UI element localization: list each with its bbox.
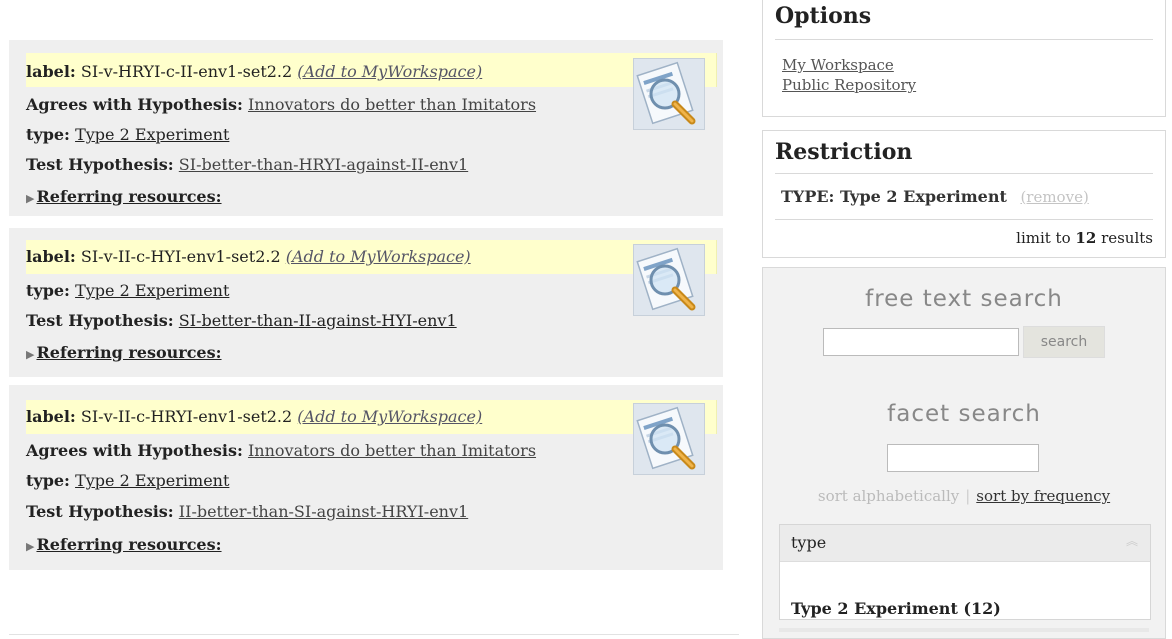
test-hypothesis-link[interactable]: II-better-than-SI-against-HRYI-env1 xyxy=(179,502,468,521)
divider xyxy=(775,219,1153,220)
magnifier-document-icon xyxy=(633,244,705,316)
facet-next-edge xyxy=(779,628,1149,632)
test-hypothesis-link[interactable]: SI-better-than-II-against-HYI-env1 xyxy=(179,311,457,330)
limit-suffix: results xyxy=(1101,229,1153,247)
type-key: type: xyxy=(26,281,70,300)
search-panel: free text search search facet search sor… xyxy=(762,267,1166,639)
sort-options: sort alphabetically | sort by frequency xyxy=(817,487,1111,505)
agrees-key: Agrees with Hypothesis: xyxy=(26,95,243,114)
label-key: label: xyxy=(26,407,76,426)
free-text-search-input[interactable] xyxy=(823,328,1019,356)
triangle-right-icon: ▶ xyxy=(26,348,35,361)
type-key: type: xyxy=(26,471,70,490)
public-repository-link[interactable]: Public Repository xyxy=(782,76,916,94)
agrees-row: Agrees with Hypothesis: Innovators do be… xyxy=(26,95,536,115)
result-item: label: SI-v-II-c-HYI-env1-set2.2 (Add to… xyxy=(9,228,723,377)
referring-row[interactable]: ▶ Referring resources: xyxy=(26,535,222,557)
divider xyxy=(775,173,1153,174)
label-key: label: xyxy=(26,62,76,81)
type-key: type: xyxy=(26,125,70,144)
label-value: SI-v-HRYI-c-II-env1-set2.2 xyxy=(80,62,293,81)
free-text-search-heading: free text search xyxy=(865,286,1063,312)
restriction-type: TYPE: Type 2 Experiment xyxy=(781,187,1007,206)
search-button[interactable]: search xyxy=(1023,326,1105,358)
agrees-link[interactable]: Innovators do better than Imitators xyxy=(248,95,536,114)
triangle-right-icon: ▶ xyxy=(26,192,35,205)
remove-restriction-link[interactable]: (remove) xyxy=(1020,188,1088,206)
facet-value-item[interactable]: Type 2 Experiment (12) xyxy=(791,599,1001,618)
facet-search-heading: facet search xyxy=(887,401,1041,427)
test-row: Test Hypothesis: SI-better-than-HRYI-aga… xyxy=(26,155,468,175)
agrees-link[interactable]: Innovators do better than Imitators xyxy=(248,441,536,460)
test-key: Test Hypothesis: xyxy=(26,502,174,521)
test-row: Test Hypothesis: II-better-than-SI-again… xyxy=(26,502,468,522)
my-workspace-link[interactable]: My Workspace xyxy=(782,56,894,74)
type-row: type: Type 2 Experiment xyxy=(26,281,229,301)
add-to-workspace-link[interactable]: (Add to MyWorkspace) xyxy=(286,247,471,266)
agrees-row: Agrees with Hypothesis: Innovators do be… xyxy=(26,441,536,461)
referring-row[interactable]: ▶ Referring resources: xyxy=(26,187,222,209)
referring-resources-toggle[interactable]: Referring resources: xyxy=(36,535,221,554)
facet-type: type ︽ Type 2 Experiment (12) xyxy=(779,524,1151,620)
limit-results[interactable]: limit to 12 results xyxy=(1016,229,1153,247)
test-row: Test Hypothesis: SI-better-than-II-again… xyxy=(26,311,457,331)
sort-alphabetically-link[interactable]: sort alphabetically xyxy=(818,487,959,505)
referring-resources-toggle[interactable]: Referring resources: xyxy=(36,187,221,206)
type-link[interactable]: Type 2 Experiment xyxy=(75,471,229,490)
test-key: Test Hypothesis: xyxy=(26,155,174,174)
referring-resources-toggle[interactable]: Referring resources: xyxy=(36,343,221,362)
options-box: Options My Workspace Public Repository xyxy=(762,0,1166,117)
label-value: SI-v-II-c-HRYI-env1-set2.2 xyxy=(80,407,293,426)
magnifier-document-icon xyxy=(633,403,705,475)
limit-prefix: limit to xyxy=(1016,229,1071,247)
type-row: type: Type 2 Experiment xyxy=(26,471,229,491)
sort-by-frequency-link[interactable]: sort by frequency xyxy=(976,487,1110,505)
facet-search-input[interactable] xyxy=(887,444,1039,472)
test-key: Test Hypothesis: xyxy=(26,311,174,330)
type-row: type: Type 2 Experiment xyxy=(26,125,229,145)
label-row: label: SI-v-HRYI-c-II-env1-set2.2 (Add t… xyxy=(26,62,482,82)
label-value: SI-v-II-c-HYI-env1-set2.2 xyxy=(80,247,281,266)
add-to-workspace-link[interactable]: (Add to MyWorkspace) xyxy=(297,407,482,426)
limit-count: 12 xyxy=(1075,229,1097,247)
chevron-up-double-icon[interactable]: ︽ xyxy=(1126,532,1138,549)
restriction-line: TYPE: Type 2 Experiment (remove) xyxy=(781,187,1089,206)
divider xyxy=(775,39,1153,40)
label-key: label: xyxy=(26,247,76,266)
referring-row[interactable]: ▶ Referring resources: xyxy=(26,343,222,365)
results-list: label: SI-v-HRYI-c-II-env1-set2.2 (Add t… xyxy=(0,0,752,635)
agrees-key: Agrees with Hypothesis: xyxy=(26,441,243,460)
add-to-workspace-link[interactable]: (Add to MyWorkspace) xyxy=(297,62,482,81)
restriction-title: Restriction xyxy=(775,139,913,165)
result-item: label: SI-v-II-c-HRYI-env1-set2.2 (Add t… xyxy=(9,385,723,570)
result-item: label: SI-v-HRYI-c-II-env1-set2.2 (Add t… xyxy=(9,40,723,216)
type-link[interactable]: Type 2 Experiment xyxy=(75,281,229,300)
magnifier-document-icon xyxy=(633,58,705,130)
label-row: label: SI-v-II-c-HYI-env1-set2.2 (Add to… xyxy=(26,247,471,267)
facet-name: type xyxy=(791,533,827,552)
sidebar: Options My Workspace Public Repository R… xyxy=(762,0,1172,639)
options-title: Options xyxy=(775,3,872,29)
facet-header[interactable]: type ︽ xyxy=(780,525,1150,562)
label-row: label: SI-v-II-c-HRYI-env1-set2.2 (Add t… xyxy=(26,407,482,427)
test-hypothesis-link[interactable]: SI-better-than-HRYI-against-II-env1 xyxy=(179,155,468,174)
triangle-right-icon: ▶ xyxy=(26,540,35,553)
type-link[interactable]: Type 2 Experiment xyxy=(75,125,229,144)
restriction-box: Restriction TYPE: Type 2 Experiment (rem… xyxy=(762,130,1166,258)
